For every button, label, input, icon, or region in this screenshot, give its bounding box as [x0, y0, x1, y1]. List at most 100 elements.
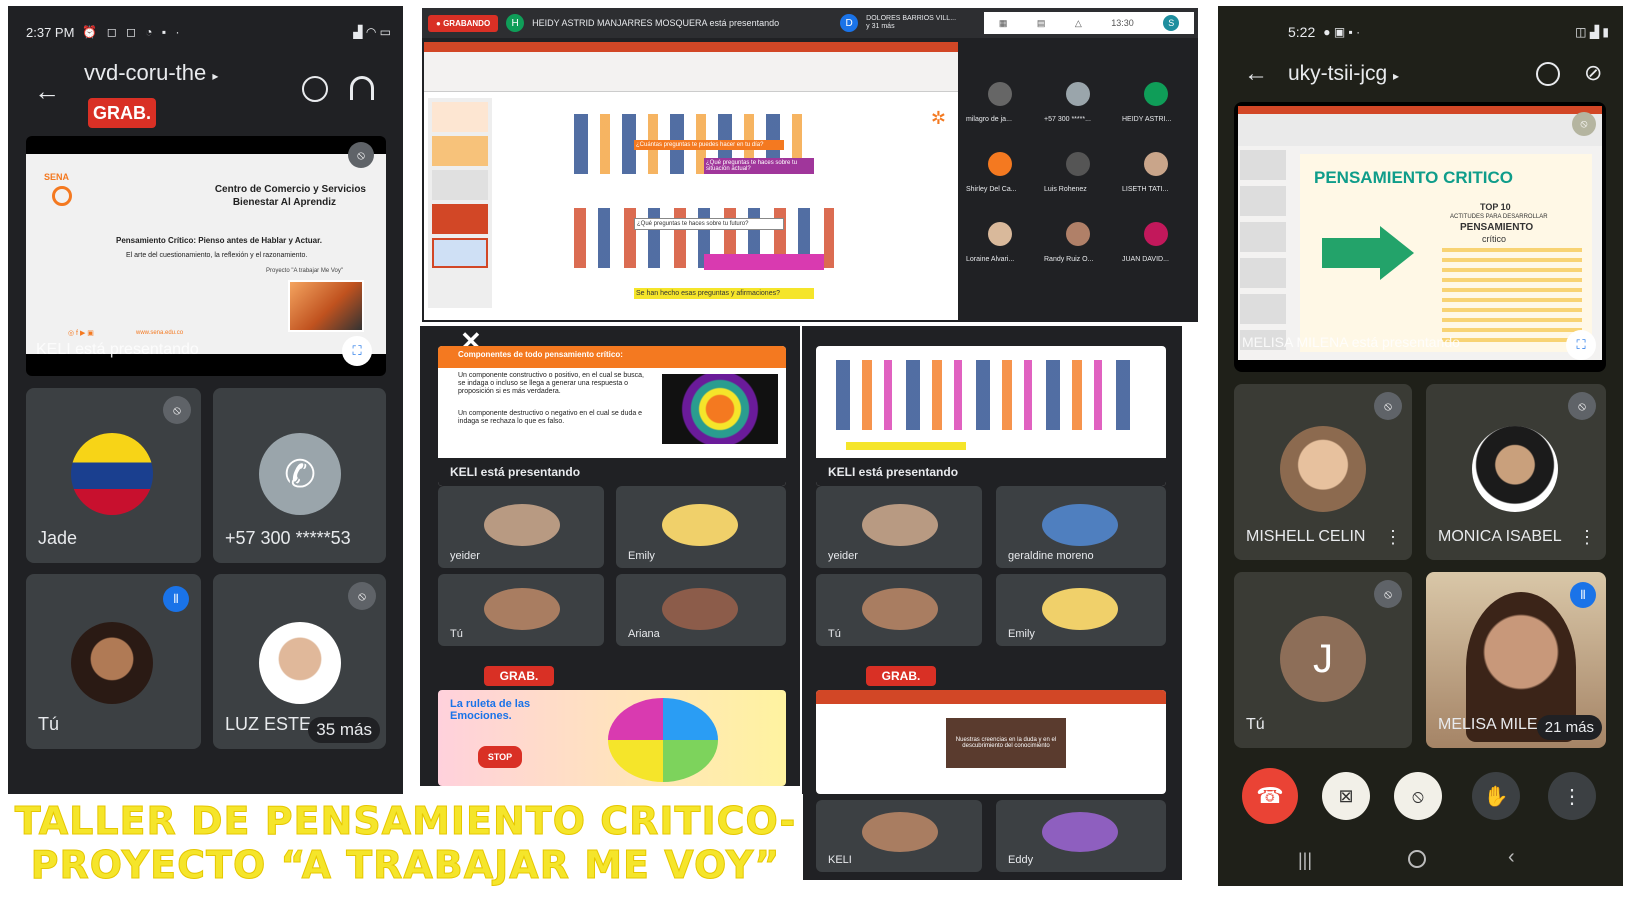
avatar: [988, 82, 1012, 106]
meet-screen-mid-a: ✕ Componentes de todo pensamiento crític…: [420, 326, 800, 666]
participant-name: Shirley Del Ca...: [966, 186, 1017, 193]
presentation-tile[interactable]: La ruleta de las Emociones. STOP: [438, 690, 786, 786]
meet-screen-mid-b: KELI está presentando yeider geraldine m…: [802, 326, 1182, 666]
banner-line-1: TALLER DE PENSAMIENTO CRITICO-: [14, 799, 797, 844]
fullscreen-icon[interactable]: ⛶: [1566, 330, 1596, 360]
participant-tile[interactable]: ⦸ MISHELL CELIN ⋮: [1234, 384, 1412, 560]
grid-cell[interactable]: +57 300 *****...: [1042, 72, 1118, 136]
meeting-code[interactable]: vvd-coru-the ▸: [84, 60, 218, 86]
participant-tile[interactable]: Emily: [996, 574, 1166, 646]
participant-name: Emily: [628, 550, 655, 562]
stop-sign: STOP: [478, 746, 522, 768]
participant-tile[interactable]: Tú: [438, 574, 604, 646]
sena-logo-mark: [52, 186, 72, 206]
avatar: [862, 588, 938, 630]
participant-tile[interactable]: ⦸ LUZ ESTE 35 más: [213, 574, 386, 749]
grid-cell[interactable]: Luis Rohenez: [1042, 142, 1118, 206]
presentation-tile[interactable]: Componentes de todo pensamiento crítico:…: [438, 346, 786, 486]
more-participants[interactable]: 35 más: [308, 717, 380, 743]
participant-tile[interactable]: ⦀ Tú: [26, 574, 201, 749]
participant-name: Jade: [38, 528, 78, 548]
slide-sub-2: ACTITUDES PARA DESARROLLAR: [1450, 214, 1548, 220]
presentation-tile[interactable]: Nuestras creencias en la duda y en el de…: [816, 690, 1166, 794]
switch-camera-icon[interactable]: [1536, 62, 1560, 86]
participant-tile[interactable]: KELI: [816, 800, 982, 872]
participant-tile[interactable]: ⦸ Jade: [26, 388, 201, 563]
back-arrow-icon[interactable]: ←: [1244, 60, 1268, 88]
participant-tile[interactable]: ✆ +57 300 *****53: [213, 388, 386, 563]
participant-tile[interactable]: yeider: [816, 486, 982, 568]
participant-tile[interactable]: Ariana: [616, 574, 786, 646]
ppt-ribbon: [816, 690, 1166, 704]
switch-camera-icon[interactable]: [302, 76, 328, 102]
recording-badge: GRAB.: [88, 98, 156, 128]
participant-name: LUZ ESTE: [225, 714, 312, 734]
chat-icon[interactable]: ▤: [1037, 18, 1046, 29]
home-icon[interactable]: [1408, 850, 1426, 868]
main-slide: PENSAMIENTO CRITICO TOP 10 ACTITUDES PAR…: [1300, 154, 1592, 352]
more-participants[interactable]: 21 más: [1536, 715, 1602, 740]
participant-name: milagro de ja...: [966, 116, 1012, 123]
status-time: 2:37 PM: [26, 24, 75, 40]
participant-name: LISETH TATI...: [1122, 186, 1169, 193]
grid-cell[interactable]: Randy Ruiz O...: [1042, 212, 1118, 276]
emotion-wheel: [608, 698, 718, 782]
camera-off-button[interactable]: ⊠: [1322, 772, 1370, 820]
avatar: [988, 152, 1012, 176]
avatar: [71, 433, 153, 515]
more-options-icon[interactable]: ⋮: [1384, 527, 1402, 548]
participant-name: Loraine Alvari...: [966, 256, 1015, 263]
presentation-tile[interactable]: SENA Centro de Comercio y Servicios Bien…: [26, 136, 386, 376]
mic-off-button[interactable]: ⦸: [1394, 772, 1442, 820]
meeting-code[interactable]: uky-tsii-jcg ▸: [1288, 62, 1399, 86]
participant-tile[interactable]: ⦀ MELISA MILE 21 más: [1426, 572, 1606, 748]
slide-question-2: ¿Qué preguntas te haces sobre tu situaci…: [704, 158, 814, 174]
participant-name: Randy Ruiz O...: [1044, 256, 1094, 263]
participant-tile[interactable]: ⦸ MONICA ISABEL ⋮: [1426, 384, 1606, 560]
presentation-tile[interactable]: PENSAMIENTO CRITICO TOP 10 ACTITUDES PAR…: [1234, 102, 1606, 372]
back-nav-icon[interactable]: ‹: [1508, 846, 1515, 869]
fullscreen-icon[interactable]: ⛶: [342, 336, 372, 366]
speaker-off-icon[interactable]: ⊘: [1584, 60, 1602, 86]
green-arrow-head: [1380, 226, 1414, 280]
grid-cell[interactable]: Loraine Alvari...: [964, 212, 1040, 276]
presenting-label: KELI está presentando: [816, 458, 1166, 486]
presentation-tile[interactable]: KELI está presentando: [816, 346, 1166, 486]
hangup-button[interactable]: ☎: [1242, 768, 1298, 824]
title-banner: TALLER DE PENSAMIENTO CRITICO- PROYECTO …: [8, 794, 803, 892]
participant-tile[interactable]: yeider: [438, 486, 604, 568]
thumb: [432, 102, 488, 132]
user-avatar[interactable]: S: [1163, 15, 1180, 31]
participant-name: MISHELL CELIN: [1246, 528, 1366, 545]
mic-off-icon: ⦸: [1568, 392, 1596, 420]
presenting-label: KELI está presentando: [36, 341, 199, 358]
grid-cell[interactable]: JUAN DAVID...: [1120, 212, 1196, 276]
grid-cell[interactable]: milagro de ja...: [964, 72, 1040, 136]
avatar: [662, 588, 738, 630]
participant-tile[interactable]: J ⦸ Tú: [1234, 572, 1412, 748]
back-arrow-icon[interactable]: ←: [34, 76, 60, 107]
more-options-icon[interactable]: ⋮: [1578, 527, 1596, 548]
sena-logo-text: SENA: [44, 172, 70, 182]
people-icon[interactable]: △: [1075, 18, 1082, 29]
participant-tile[interactable]: Emily: [616, 486, 786, 568]
more-options-button[interactable]: ⋮: [1548, 772, 1596, 820]
thumb: [432, 238, 488, 268]
grid-cell[interactable]: Shirley Del Ca...: [964, 142, 1040, 206]
participant-tile[interactable]: geraldine moreno: [996, 486, 1166, 568]
mic-off-icon: ⦸: [1572, 112, 1596, 136]
brain-image: [662, 374, 778, 444]
raise-hand-button[interactable]: ✋: [1472, 772, 1520, 820]
participant-tile[interactable]: Tú: [816, 574, 982, 646]
thumb: [432, 136, 488, 166]
grid-cell[interactable]: HEIDY ASTRI...: [1120, 72, 1196, 136]
grid-icon[interactable]: ▦: [999, 18, 1008, 29]
recent-apps-icon[interactable]: |||: [1298, 850, 1312, 871]
participant-name: Tú: [828, 628, 841, 640]
participant-name: yeider: [450, 550, 480, 562]
participant-name: yeider: [828, 550, 858, 562]
participant-tile[interactable]: Eddy: [996, 800, 1166, 872]
grid-cell[interactable]: LISETH TATI...: [1120, 142, 1196, 206]
ppt-window: PENSAMIENTO CRITICO TOP 10 ACTITUDES PAR…: [1238, 106, 1602, 360]
headphones-icon[interactable]: [350, 76, 374, 100]
